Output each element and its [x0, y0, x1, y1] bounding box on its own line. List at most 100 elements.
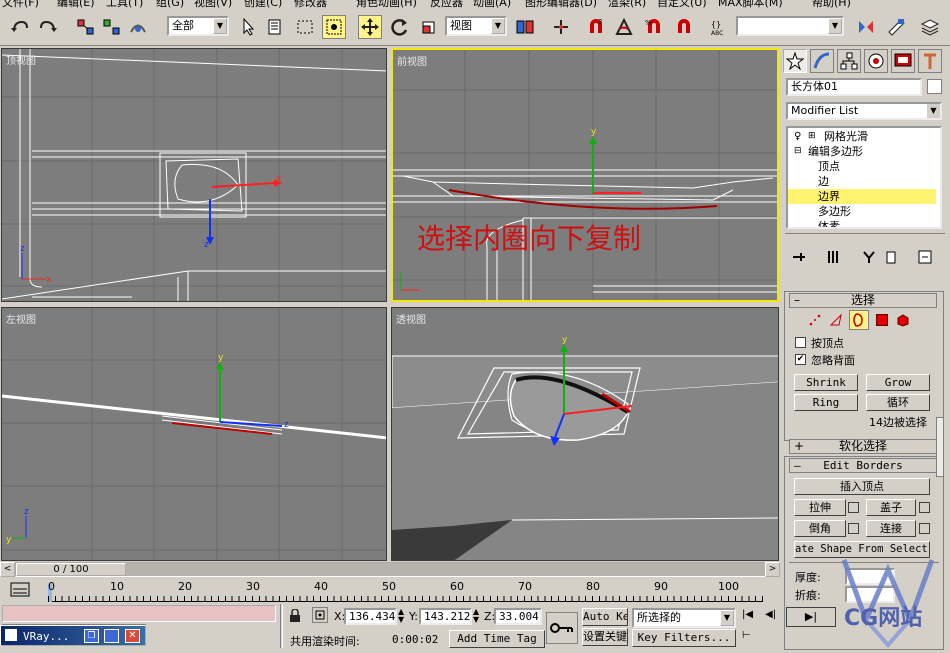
cap-button[interactable]: 盖子 [866, 499, 916, 516]
menu-rendering[interactable]: 渲染(R) [608, 0, 646, 8]
modifier-list-select[interactable]: Modifier List ▼ [786, 102, 942, 120]
menu-file[interactable]: 文件(F) [2, 0, 39, 8]
menu-modifiers[interactable]: 修改器 [294, 0, 327, 8]
modifier-stack[interactable]: ♀ ⊞ 网格光滑 ⊟ 编辑多边形 顶点 边 边界 多边形 体素 [786, 126, 942, 229]
taskbar-window-vray[interactable]: VRay... ❐ ✕ [0, 625, 146, 646]
cap-settings-button[interactable] [919, 502, 930, 513]
percent-snap-icon[interactable]: % [642, 15, 666, 39]
stack-item-edit-poly[interactable]: ⊟ 编辑多边形 [788, 144, 936, 159]
restore-icon[interactable]: ❐ [84, 629, 99, 643]
stack-item-meshsmooth[interactable]: ♀ ⊞ 网格光滑 [788, 129, 936, 144]
stack-sub-polygon[interactable]: 多边形 [788, 204, 936, 219]
key-filters-button[interactable]: Key Filters... [632, 629, 736, 647]
polygon-level-icon[interactable] [876, 314, 888, 326]
create-tab-icon[interactable] [783, 49, 807, 73]
viewport-top[interactable]: 顶视图 x z x z [1, 48, 387, 302]
layer-manager-icon[interactable] [918, 15, 942, 39]
redo-icon[interactable] [36, 15, 60, 39]
viewport-left[interactable]: 左视图 y z z y [1, 307, 387, 561]
edge-level-icon[interactable] [829, 313, 843, 330]
auto-key-button[interactable]: Auto Key [582, 608, 628, 626]
border-level-icon[interactable] [849, 310, 869, 330]
set-key-button[interactable]: 设置关键点 [582, 628, 628, 646]
menu-customize[interactable]: 自定义(U) [657, 0, 707, 8]
shrink-button[interactable]: Shrink [794, 374, 858, 391]
x-coordinate-field[interactable]: 136.434 [344, 608, 397, 625]
timeline-ruler[interactable]: 0 10 20 30 40 50 60 70 80 90 100 [48, 580, 763, 602]
select-and-scale-icon[interactable] [418, 15, 442, 39]
add-time-tag-button[interactable]: Add Time Tag [449, 630, 545, 648]
rectangle-selection-icon[interactable] [293, 15, 317, 39]
expand-plus-icon[interactable]: ⊞ [808, 129, 816, 144]
connect-button[interactable]: 连接 [866, 520, 916, 537]
menu-create[interactable]: 创建(C) [244, 0, 282, 8]
maximize-icon[interactable] [104, 629, 119, 643]
collapse-minus-icon[interactable]: ⊟ [794, 144, 802, 159]
make-unique-icon[interactable] [859, 247, 879, 267]
pin-stack-icon[interactable] [789, 247, 809, 267]
spinner-snap-icon[interactable] [672, 15, 696, 39]
extrude-button[interactable]: 拉伸 [794, 499, 846, 516]
panel-scrollbar[interactable] [936, 417, 944, 477]
insert-vertex-button[interactable]: 插入顶点 [794, 478, 930, 495]
time-slider-track[interactable]: 0 / 100 [15, 562, 775, 577]
undo-icon[interactable] [8, 15, 32, 39]
select-and-rotate-icon[interactable] [388, 15, 412, 39]
prev-frame-arrow-icon[interactable]: < [0, 562, 15, 577]
configure-modifier-sets-icon[interactable] [915, 247, 935, 267]
menu-maxscript[interactable]: MAX脚本(M) [718, 0, 783, 8]
ignore-backfacing-checkbox[interactable]: ✔ [795, 354, 806, 365]
window-crossing-icon[interactable] [322, 15, 346, 39]
set-key-icon[interactable] [546, 612, 578, 644]
menu-reactor[interactable]: 反应器 [430, 0, 463, 8]
play-icon[interactable]: ▶| [786, 607, 836, 627]
z-coordinate-field[interactable]: 33.004 [494, 608, 542, 625]
goto-start-icon[interactable]: |◀ [742, 609, 753, 620]
edit-named-selections-icon[interactable]: {} ABC [707, 15, 731, 39]
connect-settings-button[interactable] [919, 523, 930, 534]
unlink-icon[interactable] [100, 15, 124, 39]
lock-selection-icon[interactable] [289, 608, 301, 626]
y-coordinate-field[interactable]: 143.212 [419, 608, 472, 625]
ring-button[interactable]: Ring [794, 394, 858, 411]
viewport-perspective[interactable]: 透视图 y [391, 307, 779, 561]
select-link-icon[interactable] [74, 15, 98, 39]
menu-help[interactable]: 帮助(H) [812, 0, 851, 8]
y-spinner-icon[interactable]: ▲ ▼ [473, 608, 481, 625]
select-object-icon[interactable] [236, 15, 260, 39]
vertex-level-icon[interactable] [808, 313, 822, 330]
lightbulb-icon[interactable]: ♀ [794, 129, 801, 144]
select-manipulate-icon[interactable] [549, 15, 573, 39]
time-slider-thumb[interactable]: 0 / 100 [16, 563, 126, 576]
stack-sub-edge[interactable]: 边 [788, 174, 936, 189]
absolute-mode-toggle-icon[interactable] [312, 607, 328, 623]
loop-button[interactable]: 循环 [866, 394, 930, 411]
reference-coord-select[interactable]: 视图 ▼ [445, 16, 507, 36]
remove-modifier-icon[interactable] [881, 247, 901, 267]
utilities-tab-icon[interactable] [918, 49, 942, 73]
snap-toggle-icon[interactable]: 3 [584, 15, 608, 39]
hierarchy-tab-icon[interactable] [837, 49, 861, 73]
element-level-icon[interactable] [896, 313, 910, 330]
stack-sub-border[interactable]: 边界 [788, 189, 936, 204]
viewport-front[interactable]: 前视图 y 选择内圈向下复制 [391, 48, 779, 302]
x-spinner-icon[interactable]: ▲ ▼ [398, 608, 406, 625]
stack-sub-vertex[interactable]: 顶点 [788, 159, 936, 174]
named-selection-set-select[interactable]: ▼ [736, 16, 844, 36]
stack-sub-element[interactable]: 体素 [788, 219, 936, 227]
curve-editor-icon[interactable] [10, 582, 30, 601]
menu-animation[interactable]: 动画(A) [473, 0, 511, 8]
maxscript-listener-pink[interactable] [2, 605, 276, 622]
display-tab-icon[interactable] [891, 49, 915, 73]
chamfer-button[interactable]: 倒角 [794, 520, 846, 537]
menu-group[interactable]: 组(G) [156, 0, 184, 8]
chamfer-settings-button[interactable] [848, 523, 859, 534]
motion-tab-icon[interactable] [864, 49, 888, 73]
prev-key-icon[interactable]: ◀| [765, 609, 776, 620]
grow-button[interactable]: Grow [866, 374, 930, 391]
show-end-result-icon[interactable] [823, 247, 843, 267]
edit-borders-rollout-header[interactable]: – Edit Borders [789, 458, 937, 473]
object-name-field[interactable]: 长方体01 [786, 78, 922, 96]
key-filter-selection-select[interactable]: 所选择的 ▼ [632, 608, 736, 628]
select-and-move-icon[interactable] [358, 15, 382, 39]
